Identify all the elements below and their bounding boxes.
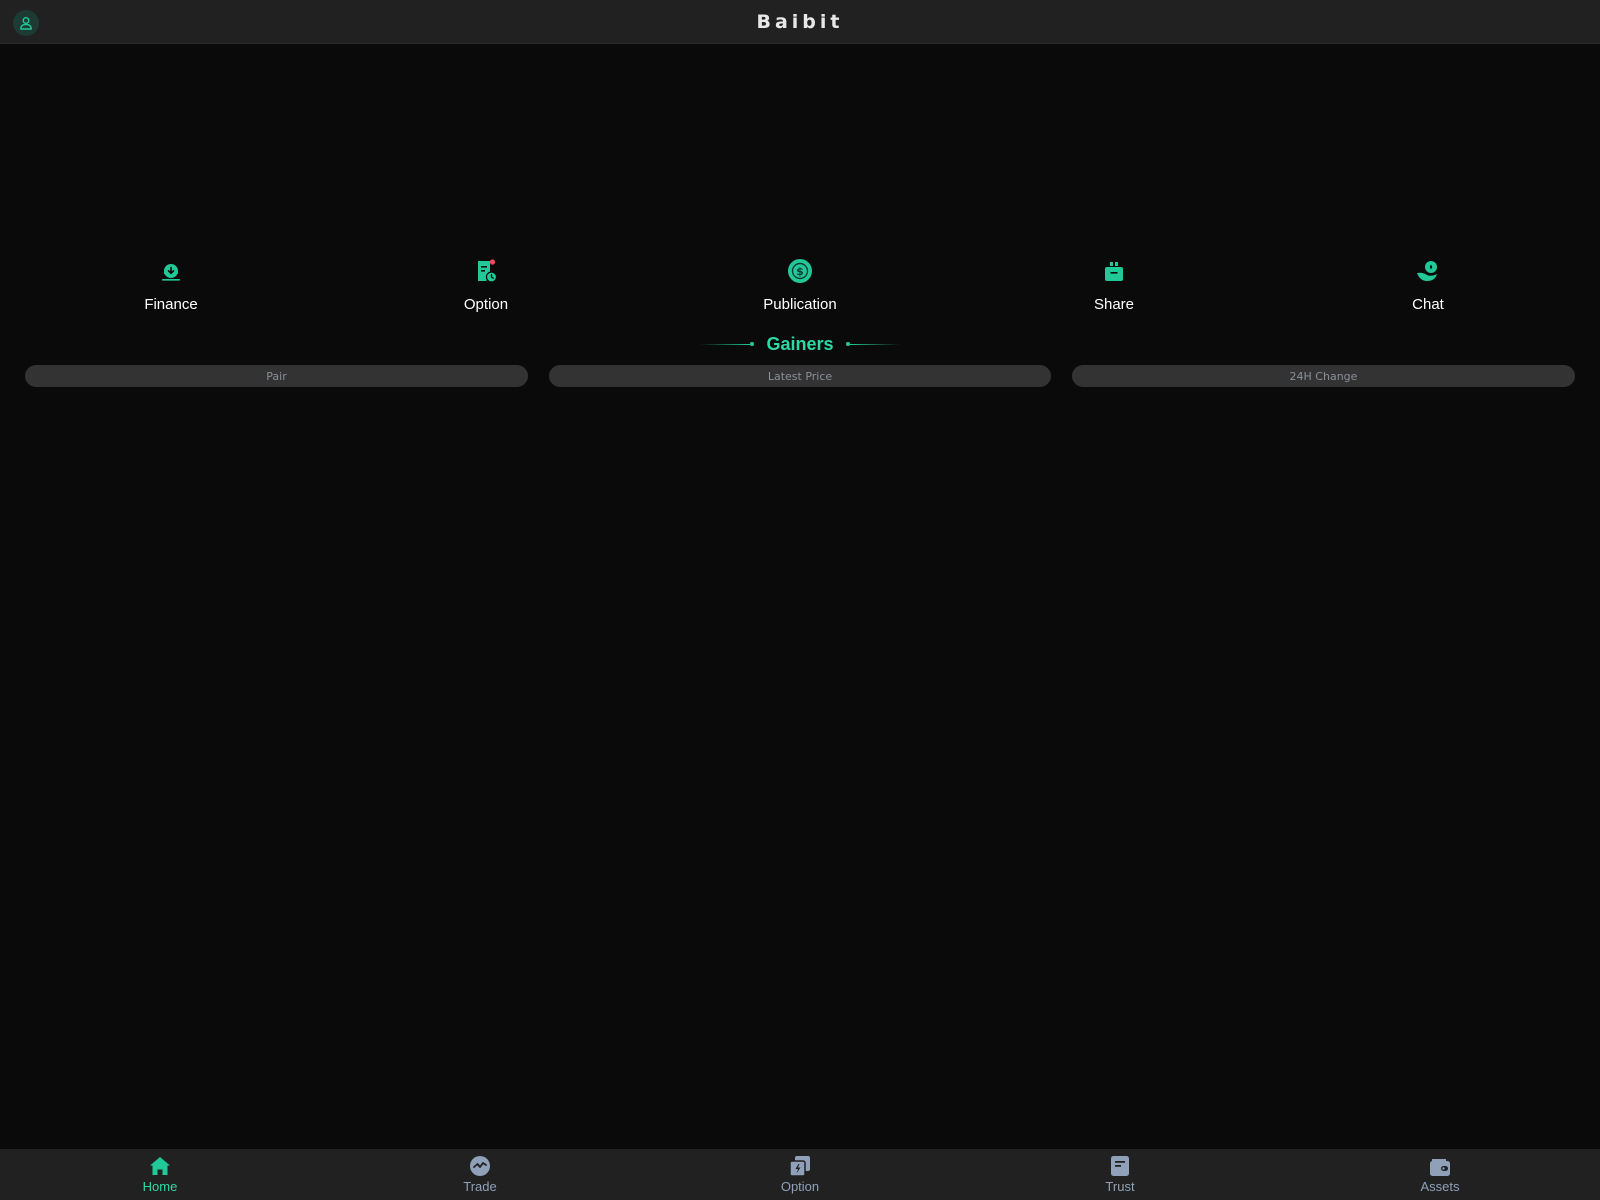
gift-box-icon [1101,258,1127,284]
tab-label: Assets [1420,1179,1460,1194]
quick-nav-label: Option [463,296,509,313]
user-icon [20,17,32,30]
tab-trust[interactable]: Trust [1060,1155,1180,1194]
tab-label: Option [780,1179,820,1194]
column-header-latest-price[interactable]: Latest Price [549,365,1051,387]
dollar-coin-icon: $ [787,258,813,284]
column-header-24h-change[interactable]: 24H Change [1072,365,1575,387]
app-title: Baibit [756,10,844,33]
document-clock-icon [473,258,499,284]
tab-assets[interactable]: Assets [1380,1155,1500,1194]
flash-copy-icon [789,1155,811,1177]
decorative-line [849,343,900,345]
document-icon [1109,1155,1131,1177]
quick-nav-label: Chat [1412,296,1444,313]
quick-nav-label: Publication [763,296,837,313]
svg-text:$: $ [796,265,804,278]
quick-nav-finance[interactable]: Finance [71,258,271,313]
quick-nav-option[interactable]: Option [386,258,586,313]
home-icon [149,1155,171,1177]
tab-option[interactable]: Option [740,1155,860,1194]
quick-nav-label: Finance [144,296,198,313]
quick-nav-label: Share [1093,296,1135,313]
decorative-dot [750,342,755,346]
decorative-line [700,343,751,345]
hand-coin-icon [1415,258,1441,284]
tab-home[interactable]: Home [100,1155,220,1194]
tab-trade[interactable]: Trade [420,1155,540,1194]
quick-nav-publication[interactable]: $ Publication [700,258,900,313]
gainers-heading: Gainers [0,332,1600,356]
gainers-title: Gainers [766,333,834,354]
wallet-icon [1429,1155,1451,1177]
quick-nav-share[interactable]: Share [1014,258,1214,313]
tab-label: Home [142,1179,178,1194]
quick-nav: Finance Option $ Publication Share Chat [0,258,1600,322]
exchange-icon [469,1155,491,1177]
quick-nav-chat[interactable]: Chat [1328,258,1528,313]
column-header-pair[interactable]: Pair [25,365,528,387]
profile-button[interactable] [13,10,39,36]
tab-label: Trade [463,1179,497,1194]
download-cloud-icon [158,258,184,284]
bottom-nav: Home Trade Option Trust Assets [0,1149,1600,1200]
top-bar: Baibit [0,0,1600,44]
tab-label: Trust [1105,1179,1135,1194]
